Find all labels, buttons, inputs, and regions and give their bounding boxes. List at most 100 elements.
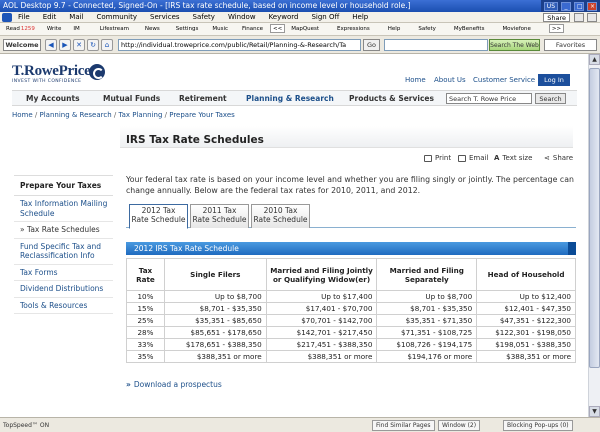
sidenav-heading: Prepare Your Taxes [14, 175, 113, 196]
welcome-button[interactable]: Welcome [3, 39, 41, 51]
menu-keyword[interactable]: Keyword [269, 13, 299, 21]
maximize-button[interactable]: □ [574, 1, 584, 11]
aol-logo-icon [2, 12, 12, 22]
back-icon[interactable]: ◀ [45, 39, 57, 51]
link-about-us[interactable]: About Us [434, 76, 466, 84]
toolbar-write[interactable]: Write [47, 26, 62, 32]
link-customer-service[interactable]: Customer Service [473, 76, 535, 84]
col-head-of-household: Head of Household [476, 258, 576, 291]
link-home[interactable]: Home [405, 76, 426, 84]
site-search-input[interactable]: Search T. Rowe Price [446, 93, 532, 104]
download-prospectus-link[interactable]: » Download a prospectus [126, 380, 222, 389]
text-size-link[interactable]: A Text size [494, 154, 532, 162]
menu-sign-off[interactable]: Sign Off [311, 13, 339, 21]
tab-2011[interactable]: 2011 Tax Rate Schedule [190, 204, 249, 228]
toolbar-next-icon[interactable]: >> [548, 24, 565, 33]
troweprice-logo[interactable]: T.RowePrice INVEST WITH CONFIDENCE [12, 63, 105, 84]
toolbar-expressions[interactable]: Expressions [337, 26, 370, 32]
tab-2012[interactable]: 2012 Tax Rate Schedule [129, 204, 188, 229]
region-badge[interactable]: US [543, 1, 558, 11]
toolbar-moviefone[interactable]: Moviefone [502, 26, 530, 32]
sidenav-item-fund-specific[interactable]: Fund Specific Tax and Reclassification I… [14, 239, 113, 265]
mail-icon[interactable] [574, 13, 584, 22]
cell-rate: 15% [126, 302, 165, 315]
close-button[interactable]: × [587, 1, 597, 11]
sidenav-item-mailing-schedule[interactable]: Tax Information Mailing Schedule [14, 196, 113, 222]
menu-mail[interactable]: Mail [69, 13, 83, 21]
toolbar-mapquest[interactable]: MapQuest [291, 26, 319, 32]
scroll-down-icon[interactable]: ▼ [589, 406, 600, 417]
login-button[interactable]: Log In [538, 74, 570, 86]
cell: $178,651 - $388,350 [163, 338, 267, 351]
scroll-thumb[interactable] [589, 68, 600, 368]
cell-rate: 25% [126, 314, 165, 327]
menu-help[interactable]: Help [352, 13, 368, 21]
print-link[interactable]: Print [424, 154, 451, 162]
menu-services[interactable]: Services [150, 13, 180, 21]
site-search-button[interactable]: Search [535, 93, 566, 104]
sidenav-item-tax-forms[interactable]: Tax Forms [14, 265, 113, 281]
col-single-filers: Single Filers [163, 258, 267, 291]
toolbar-read[interactable]: Read 1259 [6, 26, 35, 32]
toolbar-help[interactable]: Help [388, 26, 401, 32]
nav-my-accounts[interactable]: My Accounts [26, 94, 80, 103]
crumb-planning[interactable]: Planning & Research [39, 111, 111, 119]
nav-products-services[interactable]: Products & Services [349, 94, 434, 103]
toolbar-secondary: << MapQuest Expressions Help Safety MyBe… [270, 24, 570, 33]
side-nav: Prepare Your Taxes Tax Information Maili… [14, 175, 113, 314]
find-similar-button[interactable]: Find Similar Pages [372, 420, 435, 431]
toolbar-lifestream[interactable]: Lifestream [100, 26, 129, 32]
menu-edit[interactable]: Edit [43, 13, 57, 21]
page-title: IRS Tax Rate Schedules [126, 134, 264, 146]
toolbar-news[interactable]: News [145, 26, 160, 32]
favorites-button[interactable]: Favorites [544, 39, 597, 51]
crumb-prepare-taxes[interactable]: Prepare Your Taxes [169, 111, 235, 119]
menu-file[interactable]: File [18, 13, 30, 21]
menu-window[interactable]: Window [228, 13, 256, 21]
vertical-scrollbar[interactable]: ▲ ▼ [588, 54, 600, 417]
window-count-button[interactable]: Window (2) [438, 420, 481, 431]
scroll-up-icon[interactable]: ▲ [589, 54, 600, 65]
toolbar-settings[interactable]: Settings [176, 26, 199, 32]
toolbar-music[interactable]: Music [212, 26, 228, 32]
toolbar-prev-icon[interactable]: << [270, 24, 286, 33]
share-link[interactable]: ⋖ Share [544, 154, 573, 162]
minimize-button[interactable]: _ [561, 1, 571, 11]
sidenav-item-dividend[interactable]: Dividend Distributions [14, 281, 113, 298]
crumb-home[interactable]: Home [12, 111, 33, 119]
cell: $388,351 or more [265, 350, 378, 363]
nav-retirement[interactable]: Retirement [179, 94, 227, 103]
cell: $71,351 - $108,725 [376, 326, 478, 339]
toolbar-finance[interactable]: Finance [242, 26, 263, 32]
settings-icon[interactable] [587, 13, 597, 22]
search-the-web-button[interactable]: Search The Web [489, 39, 540, 51]
refresh-icon[interactable]: ↻ [87, 39, 99, 51]
popup-blocker-button[interactable]: Blocking Pop-ups (0) [503, 420, 573, 431]
email-link[interactable]: Email [458, 154, 488, 162]
url-input[interactable]: http://individual.troweprice.com/public/… [118, 39, 361, 51]
nav-mutual-funds[interactable]: Mutual Funds [103, 94, 160, 103]
crumb-tax-planning[interactable]: Tax Planning [118, 111, 162, 119]
share-button[interactable]: Share [543, 13, 570, 22]
bighorn-ram-icon [89, 64, 105, 80]
table-caption: 2012 IRS Tax Rate Schedule [126, 242, 576, 255]
toolbar-im[interactable]: IM [73, 26, 79, 32]
toolbar-safety[interactable]: Safety [418, 26, 436, 32]
toolbar-mybenefits[interactable]: MyBenefits [454, 26, 485, 32]
sidenav-item-tools[interactable]: Tools & Resources [14, 298, 113, 314]
home-icon[interactable]: ⌂ [101, 39, 113, 51]
nav-planning-research[interactable]: Planning & Research [246, 94, 334, 103]
cell: $217,451 - $388,350 [265, 338, 378, 351]
cell: $35,351 - $71,350 [376, 314, 478, 327]
forward-icon[interactable]: ▶ [59, 39, 71, 51]
tab-2010[interactable]: 2010 Tax Rate Schedule [251, 204, 310, 228]
web-search-input[interactable] [384, 39, 488, 51]
menu-community[interactable]: Community [97, 13, 138, 21]
cell-rate: 10% [126, 290, 165, 303]
cell: Up to $8,700 [376, 290, 478, 303]
menu-safety[interactable]: Safety [193, 13, 215, 21]
stop-icon[interactable]: ✕ [73, 39, 85, 51]
go-button[interactable]: Go [363, 39, 380, 51]
sidenav-item-tax-rate-schedules[interactable]: » Tax Rate Schedules [14, 222, 113, 239]
table-row: 15% $8,701 - $35,350 $17,401 - $70,700 $8,7… [126, 302, 576, 315]
